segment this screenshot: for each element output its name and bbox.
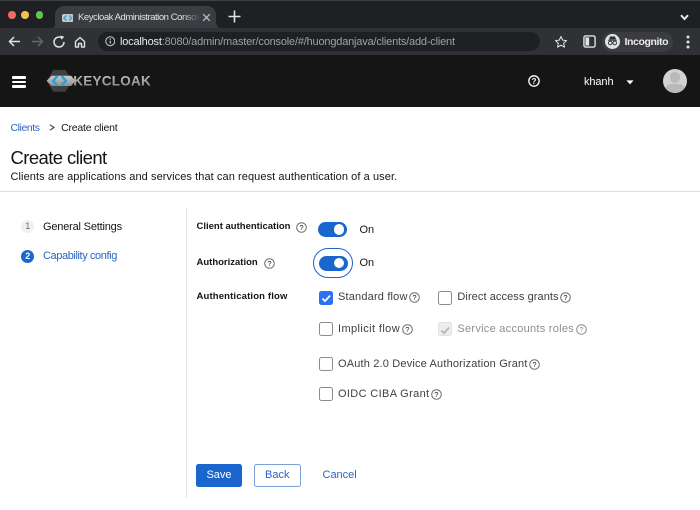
svg-text:?: ?	[579, 325, 583, 334]
svg-text:KEYCLOAK: KEYCLOAK	[73, 74, 151, 89]
svg-text:?: ?	[412, 293, 416, 302]
svg-text:?: ?	[434, 390, 439, 399]
svg-text:?: ?	[267, 259, 271, 268]
svg-text:?: ?	[300, 223, 304, 232]
svg-text:?: ?	[531, 76, 536, 85]
svg-text:?: ?	[532, 360, 536, 369]
svg-text:?: ?	[564, 293, 568, 302]
svg-text:?: ?	[405, 325, 410, 334]
